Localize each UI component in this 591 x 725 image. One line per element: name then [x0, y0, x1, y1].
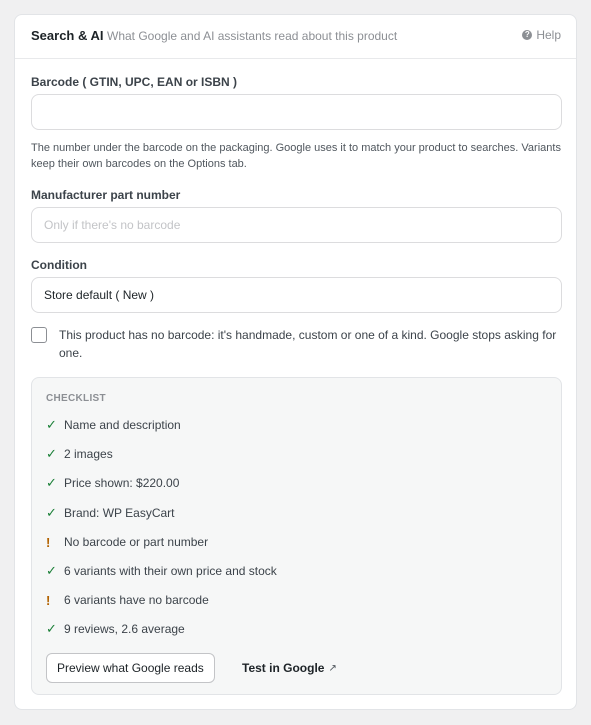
panel-title: Search & AI [31, 28, 104, 43]
condition-select[interactable]: Store default ( New ) [31, 277, 562, 313]
checklist-item-text: 2 images [64, 447, 113, 461]
checklist-item: ✓ Price shown: $220.00 [46, 474, 179, 492]
question-circle-icon: ? [522, 30, 533, 40]
checklist-title: CHECKLIST [46, 393, 106, 404]
help-link[interactable]: ? Help [522, 28, 561, 42]
checkmark-icon: ✓ [46, 563, 57, 578]
checklist-item: ! 6 variants have no barcode [46, 591, 209, 609]
help-label: Help [536, 28, 561, 42]
checkmark-icon: ✓ [46, 621, 57, 636]
checklist-item: ✓ 6 variants with their own price and st… [46, 562, 277, 580]
condition-label: Condition [31, 258, 87, 272]
checklist-item: ✓ 2 images [46, 445, 113, 463]
checklist-item-text: 6 variants have no barcode [64, 593, 209, 607]
checklist-item: ✓ 9 reviews, 2.6 average [46, 620, 185, 638]
checklist-item: ✓ Name and description [46, 416, 181, 434]
no-barcode-checkbox[interactable] [31, 327, 47, 343]
checkmark-icon: ✓ [46, 446, 57, 461]
checklist-item: ✓ Brand: WP EasyCart [46, 504, 174, 522]
checklist-item-text: Price shown: $220.00 [64, 476, 180, 490]
warning-icon: ! [46, 534, 51, 550]
condition-selected-value: Store default ( New ) [44, 288, 155, 302]
checklist-item-text: Name and description [64, 418, 181, 432]
mpn-label: Manufacturer part number [31, 188, 181, 202]
no-barcode-label: This product has no barcode: it's handma… [59, 328, 557, 360]
test-in-google-label: Test in Google [242, 661, 325, 675]
checkmark-icon: ✓ [46, 475, 57, 490]
warning-icon: ! [46, 592, 51, 608]
barcode-help-text: The number under the barcode on the pack… [31, 142, 561, 170]
panel-header: Search & AI What Google and AI assistant… [15, 15, 576, 59]
checklist-box: CHECKLIST ✓ Name and description ✓ 2 ima… [31, 377, 562, 695]
checklist-item-text: Brand: WP EasyCart [64, 506, 175, 520]
mpn-input[interactable] [31, 207, 562, 243]
panel-subtitle: What Google and AI assistants read about… [107, 29, 398, 43]
checkmark-icon: ✓ [46, 417, 57, 432]
test-in-google-link[interactable]: Test in Google ↗ [242, 661, 337, 675]
external-link-icon: ↗ [328, 662, 337, 674]
checklist-item-text: No barcode or part number [64, 535, 209, 549]
preview-google-button[interactable]: Preview what Google reads [46, 653, 215, 683]
barcode-label: Barcode ( GTIN, UPC, EAN or ISBN ) [31, 75, 238, 89]
checklist-item: ! No barcode or part number [46, 533, 208, 551]
barcode-input[interactable] [31, 94, 562, 130]
search-ai-panel: Search & AI What Google and AI assistant… [14, 14, 577, 710]
checklist-item-text: 6 variants with their own price and stoc… [64, 564, 277, 578]
checkmark-icon: ✓ [46, 505, 57, 520]
checklist-item-text: 9 reviews, 2.6 average [64, 622, 185, 636]
